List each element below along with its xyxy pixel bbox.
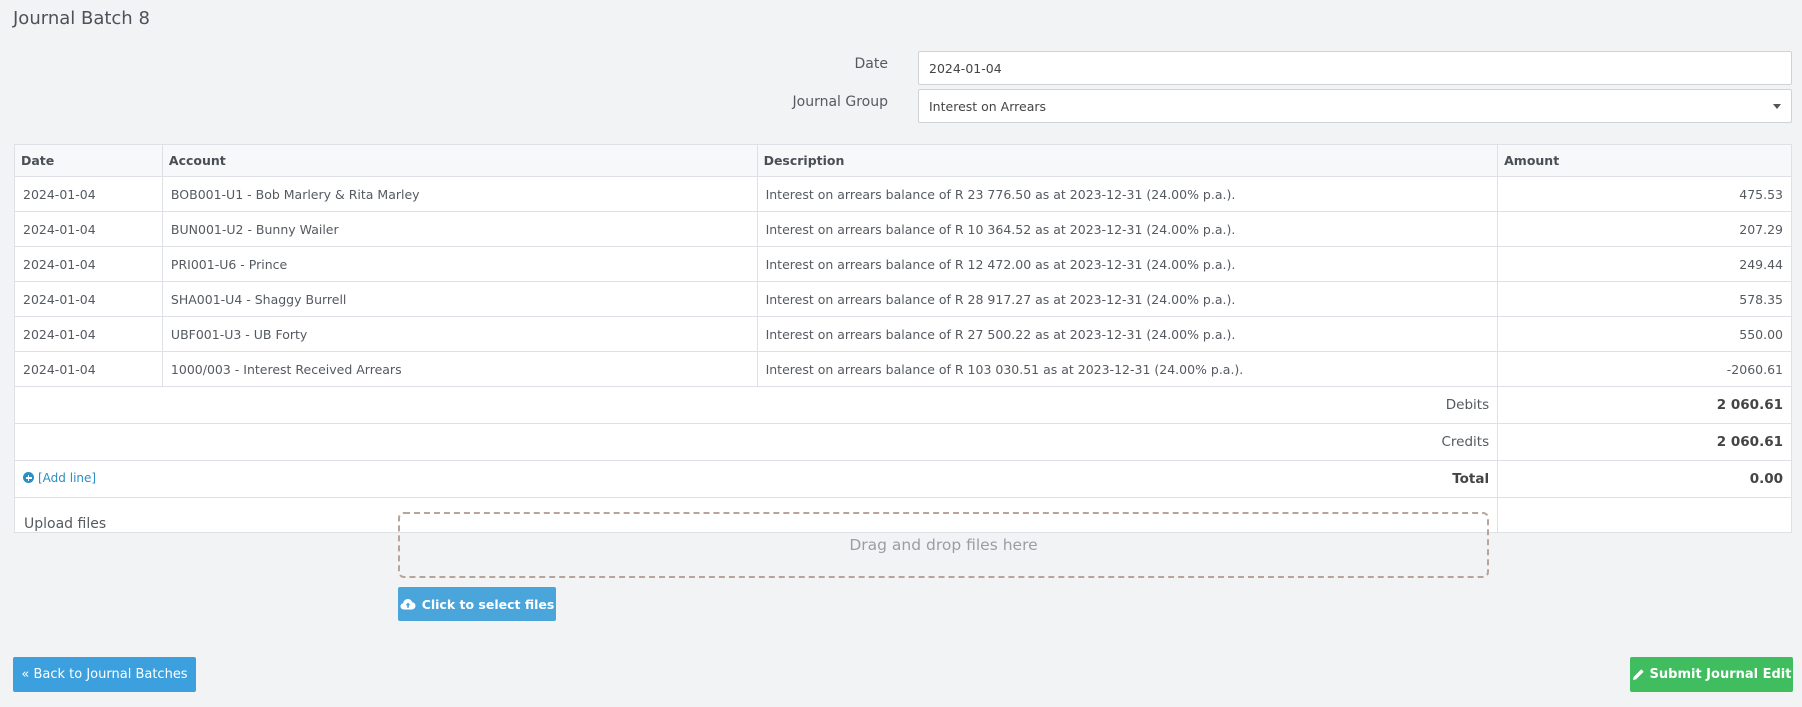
header-description: Description xyxy=(756,144,1499,177)
row-date: 2024-01-04 xyxy=(14,176,163,212)
back-to-journal-batches-button[interactable]: « Back to Journal Batches xyxy=(13,657,196,692)
row-date: 2024-01-04 xyxy=(14,351,163,387)
table-row[interactable]: 2024-01-04 UBF001-U3 - UB Forty Interest… xyxy=(14,316,1792,352)
add-line-link[interactable]: [Add line] xyxy=(23,471,96,485)
row-description: Interest on arrears balance of R 28 917.… xyxy=(756,281,1499,317)
total-label: Total xyxy=(1452,471,1490,487)
journal-group-value: Interest on Arrears xyxy=(929,98,1047,114)
row-amount: 550.00 xyxy=(1497,316,1792,352)
row-date: 2024-01-04 xyxy=(14,281,163,317)
journal-group-label: Journal Group xyxy=(792,94,889,110)
select-files-label: Click to select files xyxy=(421,596,555,612)
file-dropzone[interactable]: Drag and drop files here xyxy=(398,512,1489,578)
date-label: Date xyxy=(854,56,888,72)
row-account: BUN001-U2 - Bunny Wailer xyxy=(161,211,758,247)
debits-value: 2 060.61 xyxy=(1497,386,1792,424)
debits-label: Debits xyxy=(13,386,1499,424)
header-account: Account xyxy=(161,144,758,177)
row-account: BOB001-U1 - Bob Marlery & Rita Marley xyxy=(161,176,758,212)
back-button-label: « Back to Journal Batches xyxy=(21,667,188,682)
row-account: SHA001-U4 - Shaggy Burrell xyxy=(161,281,758,317)
select-files-button[interactable]: Click to select files xyxy=(398,587,556,621)
row-amount: -2060.61 xyxy=(1497,351,1792,387)
table-row[interactable]: 2024-01-04 SHA001-U4 - Shaggy Burrell In… xyxy=(14,281,1792,317)
row-amount: 207.29 xyxy=(1497,211,1792,247)
row-amount: 475.53 xyxy=(1497,176,1792,212)
journal-table: Date Account Description Amount 2024-01-… xyxy=(13,144,1792,621)
table-row[interactable]: 2024-01-04 BUN001-U2 - Bunny Wailer Inte… xyxy=(14,211,1792,247)
debits-row: Debits 2 060.61 xyxy=(13,386,1792,424)
journal-group-select[interactable]: Interest on Arrears xyxy=(918,89,1792,123)
plus-circle-icon xyxy=(23,472,34,484)
credits-value: 2 060.61 xyxy=(1497,423,1792,461)
credits-label: Credits xyxy=(13,423,1499,461)
table-row[interactable]: 2024-01-04 1000/003 - Interest Received … xyxy=(14,351,1792,387)
row-description: Interest on arrears balance of R 23 776.… xyxy=(756,176,1499,212)
pencil-icon xyxy=(1632,669,1644,680)
submit-journal-edit-button[interactable]: Submit Journal Edit xyxy=(1630,657,1793,692)
row-date: 2024-01-04 xyxy=(14,246,163,282)
table-row[interactable]: 2024-01-04 BOB001-U1 - Bob Marlery & Rit… xyxy=(14,176,1792,212)
upload-cell: Upload files Drag and drop files here Cl… xyxy=(13,497,1499,621)
cloud-upload-icon xyxy=(400,599,416,610)
credits-row: Credits 2 060.61 xyxy=(13,423,1792,461)
submit-button-label: Submit Journal Edit xyxy=(1649,667,1792,682)
row-account: PRI001-U6 - Prince xyxy=(161,246,758,282)
table-row[interactable]: 2024-01-04 PRI001-U6 - Prince Interest o… xyxy=(14,246,1792,282)
upload-empty-cell xyxy=(1497,497,1792,533)
row-date: 2024-01-04 xyxy=(14,211,163,247)
row-date: 2024-01-04 xyxy=(14,316,163,352)
date-input[interactable]: 2024-01-04 xyxy=(918,51,1792,85)
row-account: 1000/003 - Interest Received Arrears xyxy=(161,351,758,387)
add-line-label: [Add line] xyxy=(38,470,97,485)
upload-label: Upload files xyxy=(24,516,107,532)
total-cell: [Add line] Total xyxy=(13,460,1499,498)
upload-row: Upload files Drag and drop files here Cl… xyxy=(13,497,1792,621)
row-description: Interest on arrears balance of R 12 472.… xyxy=(756,246,1499,282)
header-amount: Amount xyxy=(1497,144,1792,177)
row-amount: 578.35 xyxy=(1497,281,1792,317)
table-header-row: Date Account Description Amount xyxy=(14,144,1792,177)
header-date: Date xyxy=(14,144,163,177)
row-account: UBF001-U3 - UB Forty xyxy=(161,316,758,352)
row-description: Interest on arrears balance of R 10 364.… xyxy=(756,211,1499,247)
chevron-down-icon xyxy=(1773,104,1781,109)
total-value: 0.00 xyxy=(1497,460,1792,498)
row-description: Interest on arrears balance of R 27 500.… xyxy=(756,316,1499,352)
row-amount: 249.44 xyxy=(1497,246,1792,282)
total-row: [Add line] Total 0.00 xyxy=(13,460,1792,498)
page-title: Journal Batch 8 xyxy=(13,8,150,29)
dropzone-text: Drag and drop files here xyxy=(849,536,1038,554)
row-description: Interest on arrears balance of R 103 030… xyxy=(756,351,1499,387)
